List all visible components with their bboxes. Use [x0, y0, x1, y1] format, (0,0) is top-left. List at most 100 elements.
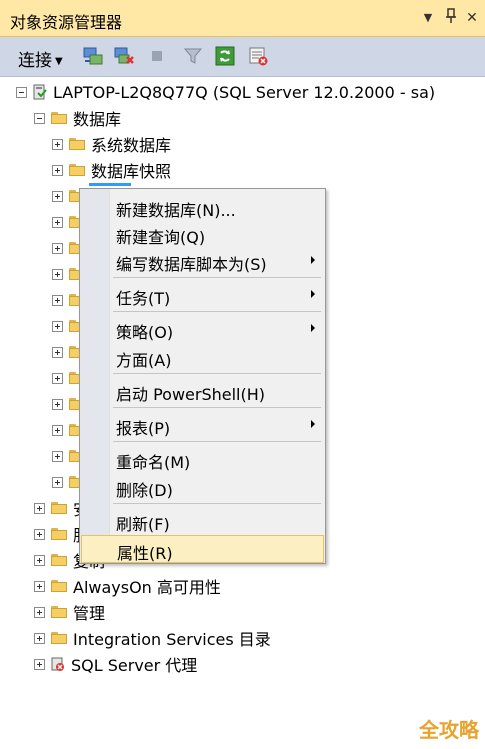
alwayson-label: AlwaysOn 高可用性: [73, 578, 221, 597]
menu-item-reports[interactable]: 报表(P): [82, 411, 323, 438]
menu-item-label: 删除(D): [116, 481, 173, 500]
refresh-icon[interactable]: [214, 45, 236, 67]
databases-label: 数据库: [73, 110, 122, 129]
server-label: LAPTOP-L2Q8Q77Q (SQL Server 12.0.2000 - …: [53, 82, 436, 102]
menu-item-label: 方面(A): [116, 351, 172, 370]
expand-icon[interactable]: [52, 268, 63, 280]
server-icon: [33, 84, 47, 100]
submenu-arrow-icon: [311, 290, 315, 298]
menu-item-properties[interactable]: 属性(R): [81, 535, 324, 563]
submenu-arrow-icon: [311, 324, 315, 332]
folder-icon: [51, 632, 67, 644]
expand-icon[interactable]: [34, 632, 45, 644]
connect-object-explorer-icon[interactable]: [82, 45, 104, 67]
menu-item-new-query[interactable]: 新建查询(Q): [82, 220, 323, 247]
folder-icon: [51, 502, 67, 514]
menu-item-label: 策略(O): [116, 323, 174, 342]
window-position-dropdown-icon[interactable]: ▼: [419, 8, 437, 28]
collapse-icon[interactable]: [34, 112, 45, 124]
tree-node-databases[interactable]: 数据库: [34, 106, 121, 130]
integration-services-label: Integration Services 目录: [73, 630, 271, 649]
menu-item-label: 任务(T): [116, 289, 171, 308]
menu-item-rename[interactable]: 重命名(M): [82, 445, 323, 472]
submenu-arrow-icon: [311, 420, 315, 428]
menu-separator: [113, 277, 321, 278]
folder-icon: [69, 164, 85, 176]
expand-icon[interactable]: [52, 450, 63, 462]
expand-icon[interactable]: [34, 502, 45, 514]
expand-icon[interactable]: [52, 164, 63, 176]
menu-separator: [113, 373, 321, 374]
context-menu: 新建数据库(N)... 新建查询(Q) 编写数据库脚本为(S) 任务(T) 策略…: [79, 188, 326, 564]
menu-item-script-database-as[interactable]: 编写数据库脚本为(S): [82, 247, 323, 274]
stop-icon[interactable]: [149, 48, 165, 64]
expand-icon[interactable]: [34, 528, 45, 540]
folder-icon: [51, 554, 67, 566]
expand-icon[interactable]: [52, 476, 63, 488]
expand-icon[interactable]: [52, 372, 63, 384]
menu-separator: [113, 441, 321, 442]
tree-node-alwayson[interactable]: AlwaysOn 高可用性: [34, 574, 221, 598]
selected-node-highlight: [89, 183, 131, 186]
menu-item-label: 启动 PowerShell(H): [116, 385, 266, 404]
expand-icon[interactable]: [52, 320, 63, 332]
menu-item-facets[interactable]: 方面(A): [82, 343, 323, 370]
menu-item-label: 重命名(M): [116, 453, 191, 472]
close-icon[interactable]: ✕: [463, 8, 481, 28]
collapse-icon[interactable]: [16, 86, 27, 98]
pin-icon-graphic: [446, 8, 456, 23]
system-databases-label: 系统数据库: [91, 136, 172, 155]
window-titlebar: 对象资源管理器 ▼ ✕: [0, 0, 485, 37]
folder-icon: [51, 112, 67, 124]
menu-item-policies[interactable]: 策略(O): [82, 315, 323, 342]
sql-agent-icon: [51, 657, 64, 671]
watermark: 全攻略: [419, 718, 479, 742]
expand-icon[interactable]: [52, 138, 63, 150]
filter-icon[interactable]: [182, 45, 204, 67]
menu-separator: [113, 407, 321, 408]
sql-agent-label: SQL Server 代理: [71, 656, 198, 675]
connect-label: 连接: [18, 51, 52, 71]
expand-icon[interactable]: [52, 398, 63, 410]
tree-node-database-snapshots[interactable]: 数据库快照: [52, 158, 171, 182]
chevron-down-icon: ▼: [55, 56, 63, 67]
disconnect-icon[interactable]: [113, 45, 135, 67]
object-explorer-toolbar: 连接 ▼: [0, 37, 485, 77]
menu-item-start-powershell[interactable]: 启动 PowerShell(H): [82, 377, 323, 404]
submenu-arrow-icon: [311, 256, 315, 264]
management-label: 管理: [73, 604, 106, 623]
menu-item-label: 新建数据库(N)...: [116, 201, 236, 220]
window-title: 对象资源管理器: [10, 13, 123, 32]
folder-icon: [51, 606, 67, 618]
tree-node-server[interactable]: LAPTOP-L2Q8Q77Q (SQL Server 12.0.2000 - …: [16, 80, 435, 104]
menu-item-label: 报表(P): [116, 419, 171, 438]
expand-icon[interactable]: [34, 580, 45, 592]
expand-icon[interactable]: [34, 554, 45, 566]
expand-icon[interactable]: [34, 606, 45, 618]
menu-item-label: 新建查询(Q): [116, 228, 206, 247]
menu-item-new-database[interactable]: 新建数据库(N)...: [82, 193, 323, 220]
database-snapshots-label: 数据库快照: [91, 162, 172, 181]
folder-icon: [51, 528, 67, 540]
expand-icon[interactable]: [34, 658, 45, 670]
folder-icon: [69, 138, 85, 150]
menu-item-label: 属性(R): [117, 544, 173, 563]
menu-item-tasks[interactable]: 任务(T): [82, 281, 323, 308]
expand-icon[interactable]: [52, 242, 63, 254]
tree-node-sql-agent[interactable]: SQL Server 代理: [34, 652, 197, 676]
expand-icon[interactable]: [52, 346, 63, 358]
tree-node-integration-services[interactable]: Integration Services 目录: [34, 626, 271, 650]
expand-icon[interactable]: [52, 294, 63, 306]
tree-node-system-databases[interactable]: 系统数据库: [52, 132, 171, 156]
menu-item-label: 编写数据库脚本为(S): [116, 255, 267, 274]
menu-item-refresh[interactable]: 刷新(F): [82, 507, 323, 534]
expand-icon[interactable]: [52, 424, 63, 436]
expand-icon[interactable]: [52, 190, 63, 202]
pin-icon[interactable]: [442, 8, 460, 28]
menu-separator: [113, 503, 321, 504]
expand-icon[interactable]: [52, 216, 63, 228]
connect-dropdown-button[interactable]: 连接 ▼: [18, 46, 63, 71]
tree-node-management[interactable]: 管理: [34, 600, 105, 624]
activity-monitor-icon[interactable]: [247, 45, 269, 67]
menu-item-delete[interactable]: 删除(D): [82, 473, 323, 500]
